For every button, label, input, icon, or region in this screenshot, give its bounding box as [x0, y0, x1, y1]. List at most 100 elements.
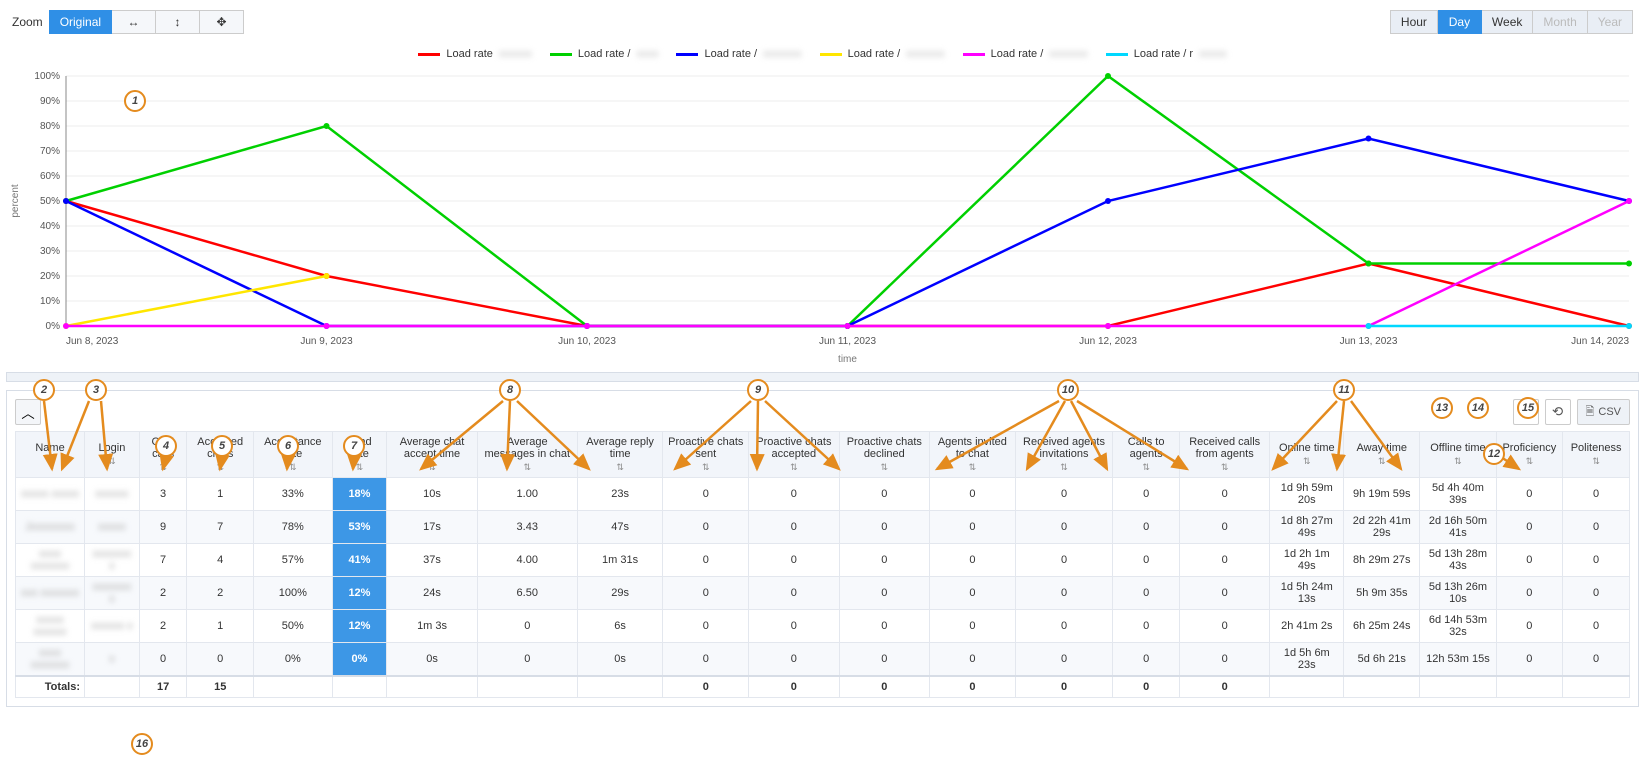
svg-text:0%: 0% [46, 321, 61, 332]
col-away_time[interactable]: Away time⇅ [1344, 432, 1420, 478]
table-row[interactable]: Jxxxxxxxxxxxxx9778%53%17s3.4347s00000001… [16, 511, 1630, 544]
col-avg_msg_in_chat[interactable]: Average messages in chat⇅ [477, 432, 577, 478]
period-year-button[interactable]: Year [1588, 10, 1633, 34]
cell-avg_msg_in_chat: 6.50 [477, 577, 577, 610]
cell-offline_time: 5d 13h 28m 43s [1420, 544, 1496, 577]
totals-away_time [1344, 676, 1420, 698]
table-row[interactable]: xxxx xxxxxxxxxxxxxx x7457%41%37s4.001m 3… [16, 544, 1630, 577]
annotation-3: 3 [85, 379, 107, 401]
totals-avg_msg_in_chat [477, 676, 577, 698]
svg-text:10%: 10% [40, 296, 60, 307]
col-avg_reply_time[interactable]: Average reply time⇅ [577, 432, 663, 478]
cell-load_rate: 41% [332, 544, 387, 577]
cell-agents_invited: 0 [930, 544, 1016, 577]
svg-text:40%: 40% [40, 221, 60, 232]
period-hour-button[interactable]: Hour [1390, 10, 1438, 34]
line-chart[interactable]: 0%10%20%30%40%50%60%70%80%90%100%Jun 8, … [6, 66, 1639, 366]
table-row[interactable]: xxx xxxxxxxxxxxxxx x22100%12%24s6.5029s0… [16, 577, 1630, 610]
cell-accepted_chats: 1 [187, 478, 254, 511]
col-recv_invitations[interactable]: Received agents invitations⇅ [1015, 432, 1113, 478]
cell-avg_accept_time: 37s [387, 544, 477, 577]
period-week-button[interactable]: Week [1482, 10, 1533, 34]
cell-avg_accept_time: 10s [387, 478, 477, 511]
legend-item-4[interactable]: Load rate / xxxxxxx [963, 48, 1088, 60]
cell-recv_invitations: 0 [1015, 610, 1113, 643]
table-row[interactable]: xxxxx xxxxxxxxxxxx x2150%12%1m 3s06s0000… [16, 610, 1630, 643]
cell-calls_to_agents: 0 [1113, 577, 1180, 610]
cell-login: xxxxxx [85, 478, 140, 511]
legend-label: Load rate / [991, 48, 1044, 60]
annotation-16: 16 [131, 733, 153, 755]
col-proficiency[interactable]: Proficiency⇅ [1496, 432, 1563, 478]
zoom-both-button[interactable]: ✥ [200, 10, 244, 34]
legend-item-0[interactable]: Load rate xxxxxx [418, 48, 531, 60]
cell-recv_invitations: 0 [1015, 577, 1113, 610]
col-pc_accepted[interactable]: Proactive chats accepted⇅ [749, 432, 839, 478]
col-name[interactable]: Name⇅ [16, 432, 85, 478]
col-online_time[interactable]: Online time⇅ [1270, 432, 1344, 478]
svg-text:90%: 90% [40, 96, 60, 107]
divider-bar[interactable] [6, 372, 1639, 382]
legend-item-5[interactable]: Load rate / r xxxxx [1106, 48, 1227, 60]
sort-icon: ⇅ [1117, 462, 1175, 473]
collapse-button[interactable]: ︿ [15, 399, 41, 425]
cell-avg_accept_time: 17s [387, 511, 477, 544]
cell-recv_invitations: 0 [1015, 511, 1113, 544]
cell-recv_calls: 0 [1179, 544, 1269, 577]
legend-item-2[interactable]: Load rate / xxxxxxx [676, 48, 801, 60]
zoom-vertical-button[interactable]: ↕ [156, 10, 200, 34]
col-agents_invited[interactable]: Agents invited to chat⇅ [930, 432, 1016, 478]
table-row[interactable]: xxxxx xxxxxxxxxxx3133%18%10s1.0023s00000… [16, 478, 1630, 511]
svg-text:20%: 20% [40, 271, 60, 282]
col-pc_sent[interactable]: Proactive chats sent⇅ [663, 432, 749, 478]
cell-pc_declined: 0 [839, 511, 929, 544]
svg-text:100%: 100% [34, 71, 60, 82]
cell-recv_calls: 0 [1179, 511, 1269, 544]
cell-pc_sent: 0 [663, 544, 749, 577]
sort-icon: ⇅ [482, 462, 573, 473]
cell-name: xxxxx xxxxx [16, 478, 85, 511]
cell-pc_declined: 0 [839, 643, 929, 677]
cell-login: x [85, 643, 140, 677]
legend-suffix: xxxxxxx [763, 48, 802, 60]
col-label: Average reply time [586, 436, 654, 460]
cell-online_time: 1d 9h 59m 20s [1270, 478, 1344, 511]
cell-proficiency: 0 [1496, 478, 1563, 511]
col-recv_calls[interactable]: Received calls from agents⇅ [1179, 432, 1269, 478]
col-label: Calls to agents [1128, 436, 1165, 460]
legend-item-1[interactable]: Load rate / xxxx [550, 48, 659, 60]
col-login[interactable]: Login⇅ [85, 432, 140, 478]
sort-icon: ⇅ [89, 456, 135, 467]
col-label: Received calls from agents [1189, 436, 1260, 460]
svg-text:percent: percent [10, 184, 21, 218]
export-csv-button[interactable]: 🗎CSV [1577, 399, 1630, 425]
cell-avg_msg_in_chat: 3.43 [477, 511, 577, 544]
table-row[interactable]: xxxx xxxxxxxx000%0%0s00s00000001d 5h 6m … [16, 643, 1630, 677]
cell-online_time: 1d 2h 1m 49s [1270, 544, 1344, 577]
legend-item-3[interactable]: Load rate / xxxxxxx [820, 48, 945, 60]
col-label: Agents invited to chat [938, 436, 1007, 460]
col-politeness[interactable]: Politeness⇅ [1563, 432, 1630, 478]
annotation-7: 7 [343, 435, 365, 457]
col-label: Name [35, 442, 64, 454]
refresh-button[interactable]: ⟲ [1545, 399, 1571, 425]
cell-away_time: 8h 29m 27s [1344, 544, 1420, 577]
sort-icon: ⇅ [753, 462, 834, 473]
cell-agents_invited: 0 [930, 610, 1016, 643]
cell-name: Jxxxxxxxx [16, 511, 85, 544]
col-pc_declined[interactable]: Proactive chats declined⇅ [839, 432, 929, 478]
period-month-button[interactable]: Month [1533, 10, 1587, 34]
cell-away_time: 6h 25m 24s [1344, 610, 1420, 643]
zoom-original-button[interactable]: Original [49, 10, 112, 34]
col-calls_to_agents[interactable]: Calls to agents ⇅ [1113, 432, 1180, 478]
sort-icon: ⇅ [667, 462, 744, 473]
svg-text:time: time [838, 354, 857, 365]
zoom-horizontal-button[interactable]: ↔ [112, 10, 156, 34]
cell-avg_msg_in_chat: 4.00 [477, 544, 577, 577]
cell-avg_reply_time: 6s [577, 610, 663, 643]
cell-acceptance_rate: 78% [254, 511, 333, 544]
cell-pc_accepted: 0 [749, 610, 839, 643]
cell-online_time: 1d 5h 6m 23s [1270, 643, 1344, 677]
col-avg_accept_time[interactable]: Average chat accept time⇅ [387, 432, 477, 478]
period-day-button[interactable]: Day [1438, 10, 1482, 34]
